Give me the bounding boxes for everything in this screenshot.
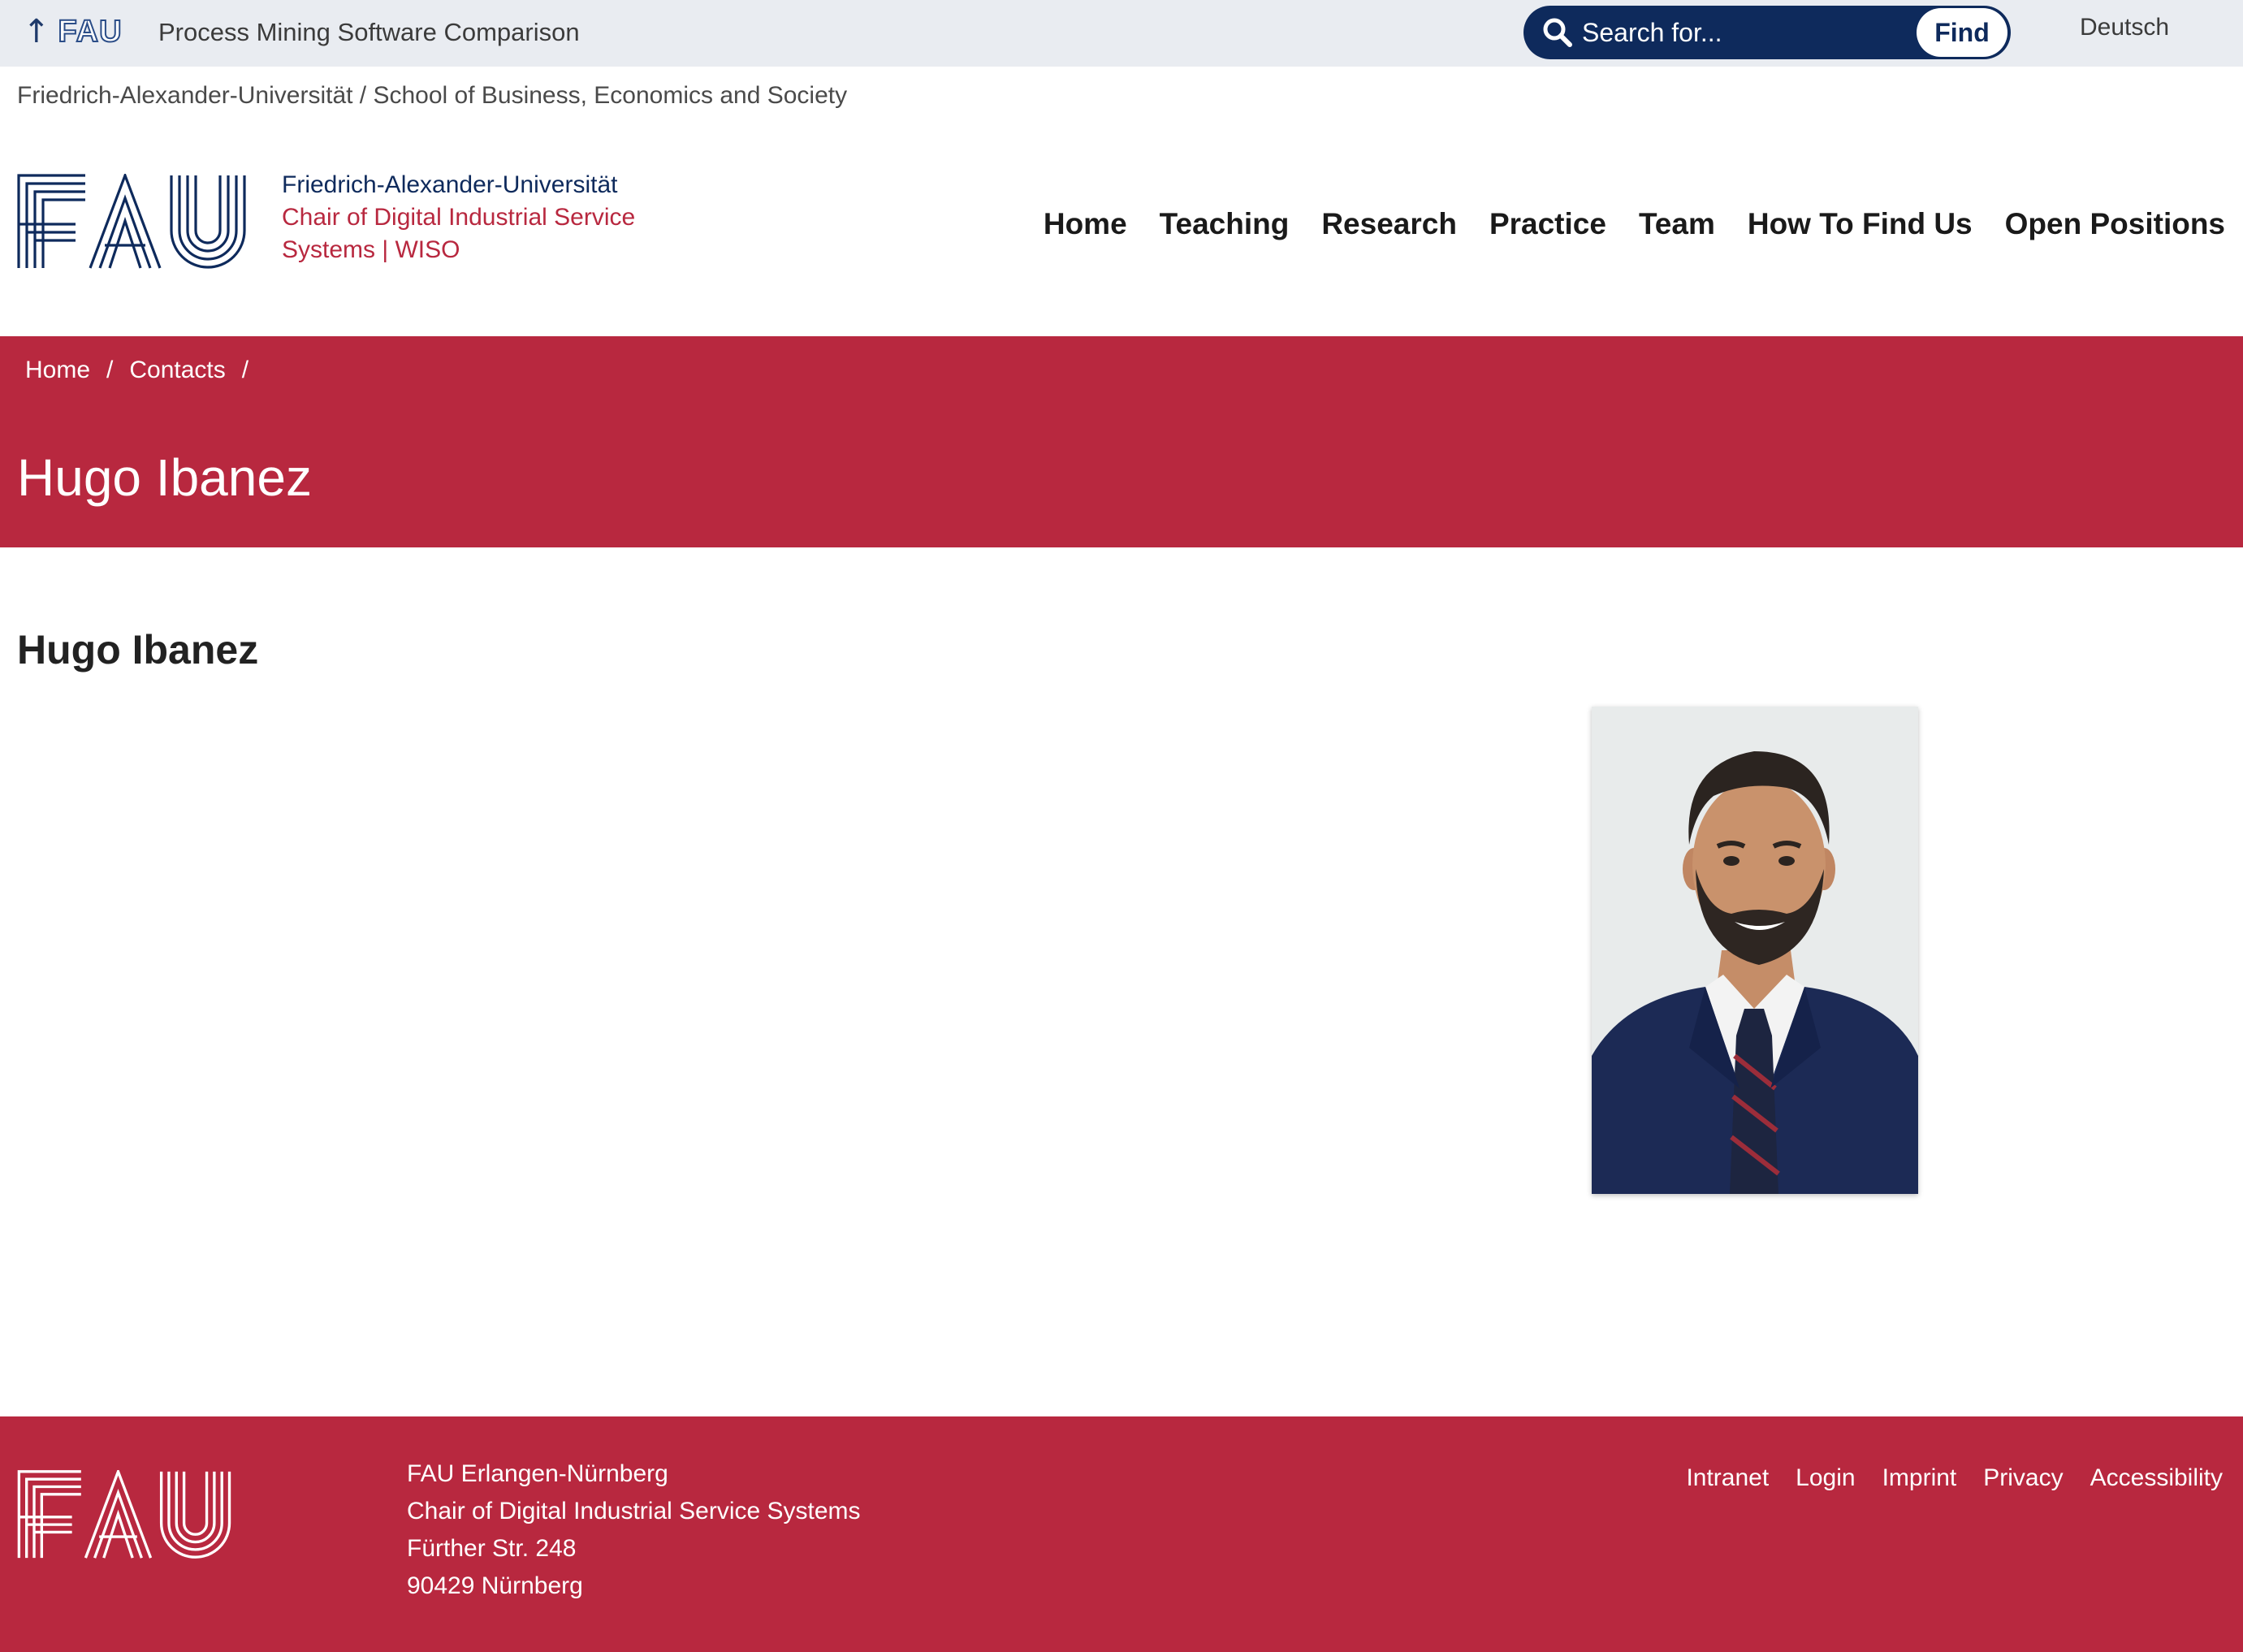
nav-team[interactable]: Team <box>1639 203 1715 245</box>
footer-address: FAU Erlangen-Nürnberg Chair of Digital I… <box>407 1455 861 1605</box>
nav-research[interactable]: Research <box>1321 203 1457 245</box>
fau-logo-icon <box>17 1468 231 1559</box>
footer-link-login[interactable]: Login <box>1796 1462 1855 1494</box>
language-switch[interactable]: Deutsch <box>2080 11 2169 44</box>
nav-home[interactable]: Home <box>1044 203 1127 245</box>
fau-home-link[interactable]: ↑ FAU <box>23 13 123 50</box>
logo-text: Friedrich-Alexander-Universität Chair of… <box>282 169 635 266</box>
arrow-up-icon: ↑ <box>23 13 50 50</box>
address-line-city: 90429 Nürnberg <box>407 1572 583 1599</box>
breadcrumb-home[interactable]: Home <box>25 354 90 387</box>
footer-link-privacy[interactable]: Privacy <box>1983 1462 2063 1494</box>
nav-open-positions[interactable]: Open Positions <box>2005 203 2225 245</box>
logo-chair-name-cont: Systems | WISO <box>282 236 460 263</box>
main-navigation: Home Teaching Research Practice Team How… <box>1011 203 2225 245</box>
site-logo[interactable]: Friedrich-Alexander-Universität Chair of… <box>17 169 667 269</box>
person-portrait-photo <box>1592 707 1918 1194</box>
footer-link-accessibility[interactable]: Accessibility <box>2090 1462 2223 1494</box>
fau-mini-logo: FAU <box>58 14 123 50</box>
nav-how-to-find-us[interactable]: How To Find Us <box>1748 203 1973 245</box>
find-button[interactable]: Find <box>1917 8 2007 57</box>
breadcrumb-contacts[interactable]: Contacts <box>129 354 225 387</box>
footer-link-intranet[interactable]: Intranet <box>1686 1462 1769 1494</box>
nav-practice[interactable]: Practice <box>1489 203 1606 245</box>
top-bar: ↑ FAU Process Mining Software Comparison… <box>0 0 2243 67</box>
logo-university-name: Friedrich-Alexander-Universität <box>282 171 618 198</box>
search-bar: Find <box>1523 6 2011 59</box>
breadcrumb-separator: / <box>241 357 249 383</box>
breadcrumb: Home / Contacts / <box>25 354 265 387</box>
address-line-street: Fürther Str. 248 <box>407 1535 577 1562</box>
person-name-heading: Hugo Ibanez <box>17 627 259 672</box>
organization-breadcrumb[interactable]: Friedrich-Alexander-Universität / School… <box>17 80 847 112</box>
address-line-chair: Chair of Digital Industrial Service Syst… <box>407 1498 861 1524</box>
footer-fau-logo[interactable] <box>17 1468 253 1563</box>
address-line-institution: FAU Erlangen-Nürnberg <box>407 1460 668 1487</box>
footer-link-imprint[interactable]: Imprint <box>1882 1462 1957 1494</box>
fau-logo-icon <box>17 174 246 269</box>
logo-chair-name: Chair of Digital Industrial Service <box>282 204 636 231</box>
page-title: Hugo Ibanez <box>17 448 312 507</box>
nav-teaching[interactable]: Teaching <box>1160 203 1290 245</box>
site-title[interactable]: Process Mining Software Comparison <box>158 16 580 49</box>
search-icon <box>1533 6 1582 59</box>
page-hero <box>0 336 2243 547</box>
site-footer <box>0 1416 2243 1652</box>
footer-links: Intranet Login Imprint Privacy Accessibi… <box>1659 1462 2223 1494</box>
breadcrumb-separator: / <box>106 357 114 383</box>
